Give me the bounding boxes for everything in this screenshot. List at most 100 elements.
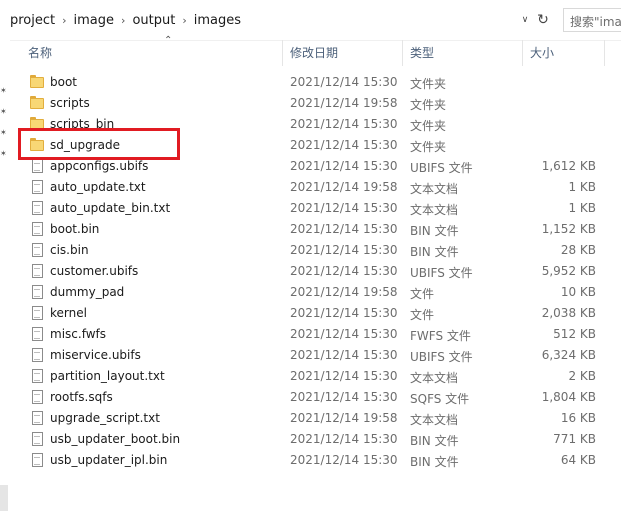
file-row[interactable]: boot.bin 2021/12/14 15:30 BIN 文件 1,152 KB [16,219,616,240]
file-size: 28 KB [560,243,596,257]
file-type: 文本文档 [410,182,459,196]
file-name: auto_update_bin.txt [50,201,171,215]
file-name: appconfigs.ubifs [50,159,149,173]
folder-icon [30,96,45,110]
file-date: 2021/12/14 15:30 [290,75,398,89]
chevron-right-icon[interactable]: › [59,14,69,27]
file-name: rootfs.sqfs [50,390,113,404]
file-row[interactable]: usb_updater_ipl.bin 2021/12/14 15:30 BIN 文… [16,450,616,471]
file-size: 1 KB [568,180,596,194]
file-date: 2021/12/14 15:30 [290,222,398,236]
nav-scrollbar[interactable] [0,485,8,511]
file-date: 2021/12/14 15:30 [290,369,398,383]
file-date: 2021/12/14 15:30 [290,117,398,131]
file-type: 文件夹 [410,77,447,91]
breadcrumb-images[interactable]: images [190,13,245,28]
file-date: 2021/12/14 15:30 [290,348,398,362]
file-type: UBIFS 文件 [410,266,473,280]
file-type: BIN 文件 [410,455,459,469]
search-input[interactable]: 搜索"ima [563,8,621,32]
file-date: 2021/12/14 15:30 [290,201,398,215]
file-row[interactable]: customer.ubifs 2021/12/14 15:30 UBIFS 文件 5,… [16,261,616,282]
file-row[interactable]: auto_update.txt 2021/12/14 19:58 文本文档 1 KB [16,177,616,198]
file-row[interactable]: misc.fwfs 2021/12/14 15:30 FWFS 文件 512 KB [16,324,616,345]
file-type: 文本文档 [410,413,459,427]
column-divider[interactable] [604,40,605,66]
file-type: 文件夹 [410,119,447,133]
file-name: kernel [50,306,87,320]
file-type: 文件夹 [410,98,447,112]
sort-up-icon: ⌃ [164,35,173,46]
file-type: UBIFS 文件 [410,161,473,175]
column-divider[interactable] [282,40,283,66]
file-name: miservice.ubifs [50,348,141,362]
address-dropdown-icon[interactable]: ∨ [517,9,533,31]
file-icon [30,306,45,320]
file-name: scripts [50,96,90,110]
file-name: upgrade_script.txt [50,411,160,425]
file-row[interactable]: auto_update_bin.txt 2021/12/14 15:30 文本文档 1… [16,198,616,219]
breadcrumb[interactable]: project › image › output › images [0,8,530,32]
file-type: BIN 文件 [410,245,459,259]
chevron-right-icon[interactable]: › [179,14,189,27]
file-date: 2021/12/14 19:58 [290,285,398,299]
file-type: UBIFS 文件 [410,350,473,364]
file-size: 1,612 KB [541,159,596,173]
file-date: 2021/12/14 15:30 [290,159,398,173]
breadcrumb-image[interactable]: image [70,13,119,28]
file-name: misc.fwfs [50,327,106,341]
file-row[interactable]: upgrade_script.txt 2021/12/14 19:58 文本文档 16… [16,408,616,429]
file-date: 2021/12/14 15:30 [290,264,398,278]
file-row[interactable]: usb_updater_boot.bin 2021/12/14 15:30 BIN … [16,429,616,450]
file-date: 2021/12/14 15:30 [290,243,398,257]
file-icon [30,348,45,362]
column-size[interactable]: 大小 [530,44,554,61]
file-name: usb_updater_ipl.bin [50,453,168,467]
breadcrumb-project[interactable]: project [0,13,59,28]
column-type[interactable]: 类型 [410,44,434,61]
file-size: 512 KB [553,327,596,341]
pin-icon[interactable]: ✶ [0,149,7,158]
pin-icon[interactable]: ✶ [0,107,7,116]
column-date[interactable]: 修改日期 [290,44,338,61]
navigation-pane: ✶ ✶ ✶ ✶ [0,40,10,511]
file-icon [30,285,45,299]
file-row[interactable]: rootfs.sqfs 2021/12/14 15:30 SQFS 文件 1,804 … [16,387,616,408]
file-icon [30,159,45,173]
file-icon [30,222,45,236]
file-type: FWFS 文件 [410,329,471,343]
highlight-box [18,128,180,160]
file-size: 6,324 KB [541,348,596,362]
file-row[interactable]: miservice.ubifs 2021/12/14 15:30 UBIFS 文件 6… [16,345,616,366]
file-type: 文件 [410,308,435,322]
file-name: dummy_pad [50,285,125,299]
file-name: boot [50,75,78,89]
file-size: 16 KB [560,411,596,425]
file-icon [30,411,45,425]
file-row[interactable]: kernel 2021/12/14 15:30 文件 2,038 KB [16,303,616,324]
file-row[interactable]: cis.bin 2021/12/14 15:30 BIN 文件 28 KB [16,240,616,261]
file-name: boot.bin [50,222,100,236]
file-date: 2021/12/14 15:30 [290,432,398,446]
pin-icon[interactable]: ✶ [0,86,7,95]
file-icon [30,390,45,404]
address-bar: project › image › output › images ∨ ↻ 搜索… [0,0,621,41]
file-size: 1,152 KB [541,222,596,236]
chevron-right-icon[interactable]: › [118,14,128,27]
refresh-icon[interactable]: ↻ [534,9,552,31]
breadcrumb-output[interactable]: output [128,13,179,28]
pin-icon[interactable]: ✶ [0,128,7,137]
column-divider[interactable] [522,40,523,66]
file-row[interactable]: partition_layout.txt 2021/12/14 15:30 文本文档… [16,366,616,387]
file-row[interactable]: dummy_pad 2021/12/14 19:58 文件 10 KB [16,282,616,303]
file-icon [30,180,45,194]
file-size: 5,952 KB [541,264,596,278]
file-size: 2,038 KB [541,306,596,320]
file-row[interactable]: scripts 2021/12/14 19:58 文件夹 [16,93,616,114]
file-icon [30,264,45,278]
column-divider[interactable] [402,40,403,66]
file-row[interactable]: boot 2021/12/14 15:30 文件夹 [16,72,616,93]
file-date: 2021/12/14 19:58 [290,180,398,194]
column-name[interactable]: 名称 [28,44,52,61]
column-header: ⌃ 名称 修改日期 类型 大小 [16,35,606,68]
